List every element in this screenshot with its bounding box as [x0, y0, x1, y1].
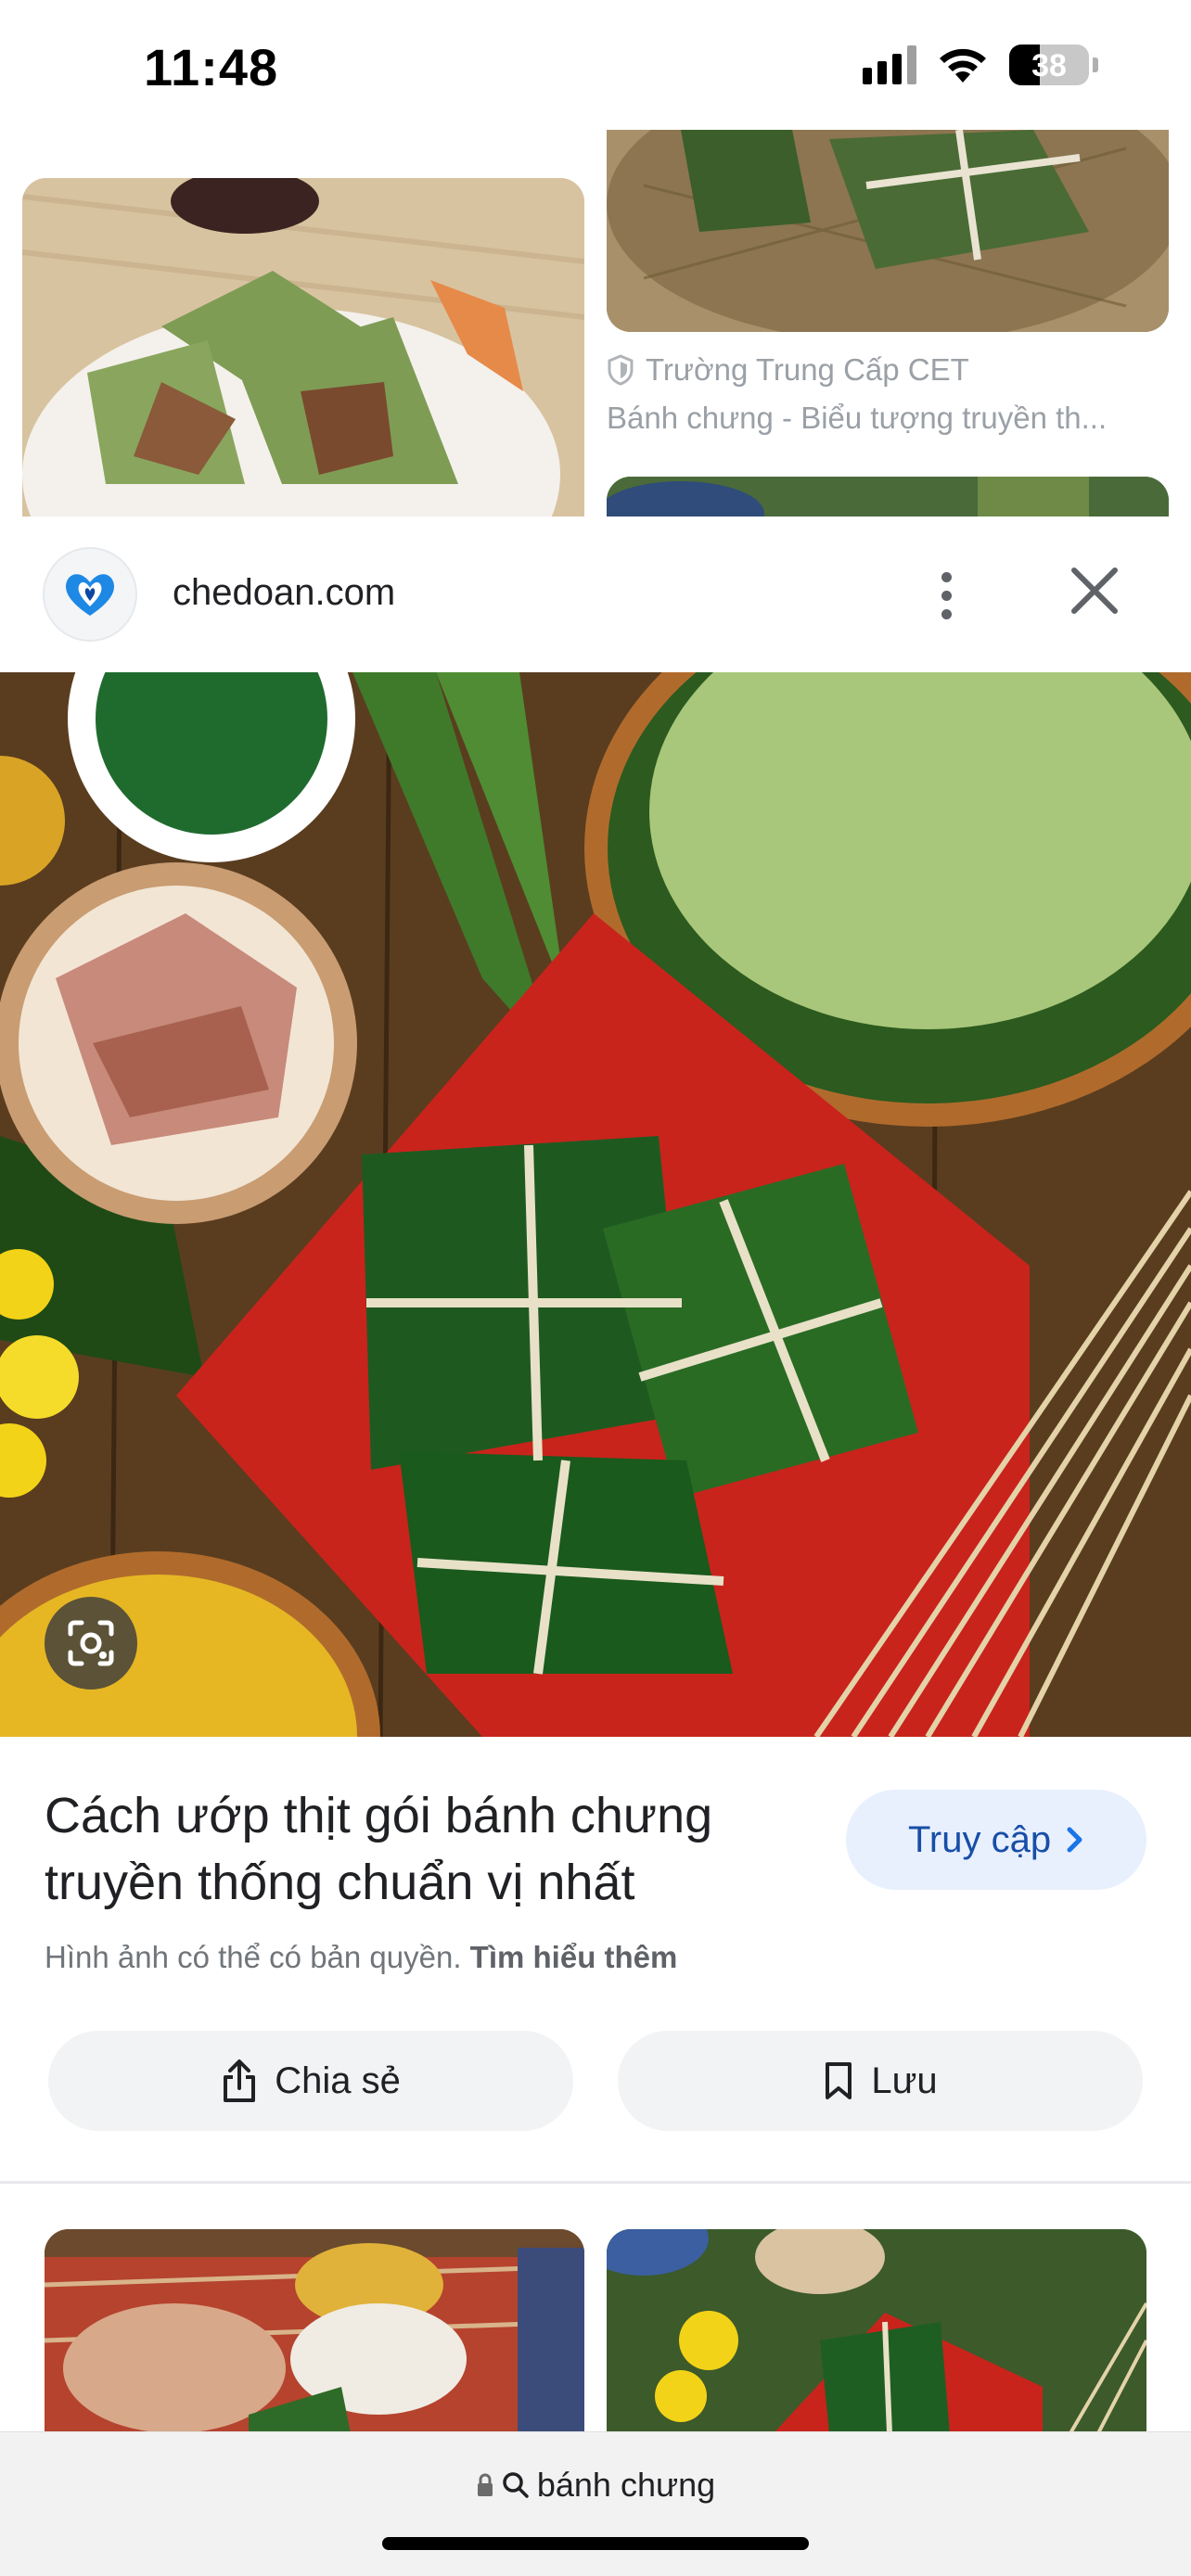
status-icons: 38: [863, 45, 1098, 85]
wifi-icon: [940, 48, 986, 83]
copyright-notice: Hình ảnh có thể có bản quyền. Tìm hiểu t…: [45, 1940, 677, 1975]
share-label: Chia sẻ: [275, 2060, 401, 2101]
more-vert-icon: [941, 571, 952, 582]
battery-icon: 38: [1009, 45, 1089, 85]
learn-more-link[interactable]: Tìm hiểu thêm: [470, 1940, 678, 1974]
battery-tip: [1093, 57, 1098, 72]
related-image-right[interactable]: [607, 2229, 1146, 2433]
battery-percent: 38: [1031, 48, 1067, 83]
lens-icon: [68, 1620, 114, 1666]
section-divider: [0, 2181, 1191, 2184]
visit-button[interactable]: Truy cập: [846, 1790, 1146, 1890]
bookmark-icon: [826, 2062, 852, 2099]
search-icon: [503, 2472, 529, 2498]
result-source-name: Trường Trung Cấp CET: [646, 352, 969, 387]
shield-icon: [608, 354, 634, 386]
result-title[interactable]: Bánh chưng - Biểu tượng truyền th...: [607, 401, 1163, 436]
chevron-right-icon: [1067, 1827, 1082, 1853]
visit-label: Truy cập: [907, 1818, 1052, 1860]
image-title: Cách ướp thịt gói bánh chưng truyền thốn…: [45, 1788, 713, 1910]
lens-button[interactable]: [45, 1597, 137, 1690]
lock-icon: [477, 2473, 493, 2496]
preview-main-image[interactable]: [0, 672, 1191, 1737]
status-time: 11:48: [144, 38, 279, 96]
result-image-top-right[interactable]: [607, 130, 1169, 332]
address-bar[interactable]: bánh chưng: [0, 2431, 1191, 2576]
save-button[interactable]: Lưu: [618, 2031, 1143, 2131]
more-options-button[interactable]: [918, 563, 974, 628]
site-logo-icon: [43, 547, 137, 642]
signal-icon: [863, 45, 916, 84]
related-image-left[interactable]: [45, 2229, 584, 2433]
status-bar: 11:48 38: [0, 0, 1191, 130]
home-indicator: [382, 2537, 809, 2550]
address-bar-content: bánh chưng: [0, 2466, 1191, 2505]
site-name[interactable]: chedoan.com: [173, 572, 395, 614]
share-icon: [224, 2060, 256, 2102]
copyright-text: Hình ảnh có thể có bản quyền.: [45, 1940, 462, 1974]
result-image-second-right[interactable]: [607, 477, 1169, 516]
save-label: Lưu: [871, 2060, 938, 2101]
result-image-top-left[interactable]: [22, 178, 584, 516]
close-icon[interactable]: [1065, 561, 1124, 620]
preview-panel-header: chedoan.com: [0, 516, 1191, 672]
share-button[interactable]: Chia sẻ: [48, 2031, 573, 2131]
address-bar-query: bánh chưng: [536, 2466, 716, 2504]
result-source-row: Trường Trung Cấp CET: [607, 352, 969, 388]
